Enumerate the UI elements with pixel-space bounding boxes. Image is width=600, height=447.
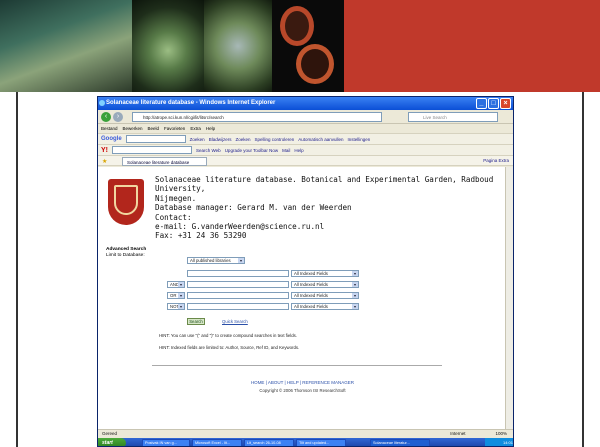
quick-search-link[interactable]: Quick Search xyxy=(222,319,248,324)
footer-divider xyxy=(152,365,442,366)
address-bar[interactable]: http://atrope.sci.kun.nl/cgi/lit/litsrc/… xyxy=(132,112,382,122)
header-line: Database manager: Gerard M. van der Weer… xyxy=(155,203,352,213)
database-header: Solanaceae literature database. Botanica… xyxy=(155,175,500,241)
vertical-scrollbar[interactable] xyxy=(505,167,513,429)
yahoo-logo: Y! xyxy=(101,147,108,154)
search-web-button[interactable]: Search Web xyxy=(196,145,221,155)
google-search-button[interactable]: Zoeken xyxy=(190,134,205,144)
back-arrow-icon[interactable]: ‹ xyxy=(101,112,111,122)
help-button[interactable]: Help xyxy=(294,145,303,155)
footer-links[interactable]: HOME | ABOUT | HELP | REFERENCE MANAGER xyxy=(98,380,507,385)
university-shield-logo xyxy=(108,179,144,225)
ie-logo-icon xyxy=(99,100,105,106)
live-search-input[interactable]: Live Search xyxy=(408,112,498,122)
internet-zone: Internet xyxy=(450,431,466,436)
settings-button[interactable]: Instellingen xyxy=(348,134,371,144)
system-tray-clock: 14:01 xyxy=(485,438,513,446)
maximize-button[interactable]: □ xyxy=(488,98,499,109)
yahoo-search-input[interactable] xyxy=(112,146,192,154)
advanced-search-label: Advanced Search Limit to Database: xyxy=(106,247,146,259)
window-title-bar: Solanaceae literature database - Windows… xyxy=(98,97,513,110)
start-button[interactable]: start xyxy=(98,438,126,446)
header-line: e-mail: G.vanderWeerden@science.ru.nl xyxy=(155,222,325,232)
menu-item[interactable]: Bestand xyxy=(101,124,118,133)
fish-photo xyxy=(0,0,132,92)
taskbar-item[interactable]: Lit_search 26-10-08 xyxy=(244,439,294,446)
copyright: Copyright © 2006 Thomson ISI ResearchSof… xyxy=(259,388,346,393)
google-find-button[interactable]: Zoeken xyxy=(235,134,250,144)
yahoo-toolbar: Y! Search Web Upgrade your Toolbar Now M… xyxy=(98,144,513,155)
field-select-1[interactable]: All Indexed Fields ▾ xyxy=(291,270,359,277)
operator-select-not[interactable]: NOT ▾ xyxy=(167,303,185,310)
hint-indexed-fields: HINT: Indexed fields are limited to: Aut… xyxy=(159,345,300,350)
operator-select-or[interactable]: OR ▾ xyxy=(167,292,185,299)
taskbar-item[interactable]: Postvak IN van g... xyxy=(142,439,190,446)
google-search-input[interactable] xyxy=(125,135,186,143)
slide-banner xyxy=(0,0,600,92)
hint-compound: HINT: You can use "(" and ")" to create … xyxy=(159,333,297,338)
windows-taskbar: start Postvak IN van g... Microsoft Exce… xyxy=(98,438,513,446)
menu-item[interactable]: Beeld xyxy=(148,124,160,133)
upgrade-toolbar-link[interactable]: Upgrade your Toolbar Now xyxy=(225,145,278,155)
field-select-2[interactable]: All Indexed Fields ▾ xyxy=(291,281,359,288)
forward-arrow-icon[interactable]: › xyxy=(113,112,123,122)
field-select-4[interactable]: All Indexed Fields ▾ xyxy=(291,303,359,310)
taskbar-item[interactable]: Tilt and updated... xyxy=(296,439,346,446)
taskbar-item[interactable]: Microsoft Excel - lit... xyxy=(192,439,242,446)
page-content: Solanaceae literature database. Botanica… xyxy=(98,167,507,429)
header-line: Solanaceae literature database. Botanica… xyxy=(155,175,494,194)
menu-item[interactable]: Extra xyxy=(190,124,201,133)
search-field-3[interactable] xyxy=(187,292,289,299)
library-select[interactable]: All published libraries ▾ xyxy=(187,257,245,264)
zoom-level[interactable]: 100% xyxy=(495,430,507,438)
plant-photo-2 xyxy=(204,0,272,92)
taskbar-item[interactable]: Solanaceae literatur... xyxy=(370,439,430,446)
autofill-button[interactable]: Automatisch aanvullen xyxy=(298,134,343,144)
header-line: Nijmegen. xyxy=(155,193,197,203)
search-field-1[interactable] xyxy=(187,270,289,277)
red-title-bar xyxy=(344,0,600,92)
bookmarks-button[interactable]: Bladwijzers xyxy=(209,134,232,144)
tab-solanaceae[interactable]: Solanaceae literature database xyxy=(122,157,207,166)
header-line: Fax: +31 24 36 53290 xyxy=(155,231,247,241)
google-toolbar: Google Zoeken Bladwijzers Zoeken Spellin… xyxy=(98,133,513,144)
google-logo: Google xyxy=(101,136,122,142)
menu-item[interactable]: Bewerken xyxy=(123,124,143,133)
menu-item[interactable]: Favorieten xyxy=(164,124,185,133)
header-line: Contact: xyxy=(155,212,192,222)
limit-label: Limit to Database: xyxy=(106,253,145,258)
field-select-3[interactable]: All Indexed Fields ▾ xyxy=(291,292,359,299)
status-text: Gereed xyxy=(102,431,118,436)
close-button[interactable]: × xyxy=(500,98,511,109)
minimize-button[interactable]: _ xyxy=(476,98,487,109)
browser-window: Solanaceae literature database - Windows… xyxy=(97,96,514,447)
favorites-star-icon[interactable]: ★ xyxy=(102,157,107,167)
page-tools[interactable]: Pagina Extra xyxy=(483,156,509,166)
search-field-2[interactable] xyxy=(187,281,289,288)
operator-select-and[interactable]: AND ▾ xyxy=(167,281,185,288)
menu-item[interactable]: Help xyxy=(206,124,215,133)
tab-row: ★ Solanaceae literature database Pagina … xyxy=(98,155,513,166)
status-bar: Gereed Internet 100% xyxy=(98,429,513,438)
menu-bar: Bestand Bewerken Beeld Favorieten Extra … xyxy=(98,124,513,133)
fruit-cross-section-photo xyxy=(272,0,344,92)
window-title: Solanaceae literature database - Windows… xyxy=(106,100,276,106)
mail-button[interactable]: Mail xyxy=(282,145,290,155)
search-button[interactable]: Search xyxy=(187,318,205,325)
address-row: ‹ › http://atrope.sci.kun.nl/cgi/lit/lit… xyxy=(98,110,513,124)
plant-photo-1 xyxy=(132,0,204,92)
spellcheck-button[interactable]: Spelling controleren xyxy=(254,134,294,144)
search-field-4[interactable] xyxy=(187,303,289,310)
